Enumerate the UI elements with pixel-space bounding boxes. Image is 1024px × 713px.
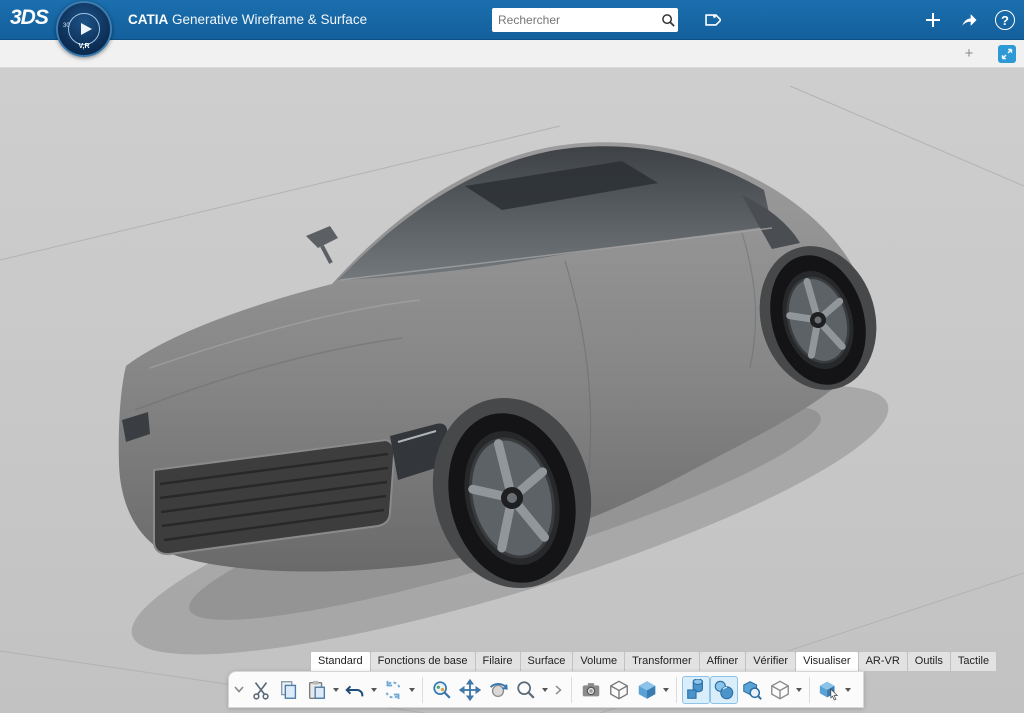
3d-viewport[interactable]: Standard Fonctions de base Filaire Surfa… (0, 68, 1024, 713)
iso-view-button[interactable] (605, 676, 633, 704)
search-box (492, 8, 678, 32)
share-button[interactable] (956, 7, 982, 33)
copy-button[interactable] (275, 676, 303, 704)
chevron-right-icon (555, 685, 562, 695)
manipulate-dropdown[interactable] (843, 680, 853, 700)
camera-button[interactable] (577, 676, 605, 704)
custom-render-cube-icon (769, 679, 791, 701)
car-model-scene (0, 68, 1024, 713)
pan-icon (459, 679, 481, 701)
restore-window-button[interactable] (998, 45, 1016, 63)
car-model (119, 142, 893, 605)
tab-affiner[interactable]: Affiner (700, 651, 747, 672)
help-icon: ? (995, 10, 1015, 30)
toolbar-separator (571, 677, 572, 703)
add-tab-button[interactable]: + (960, 45, 978, 63)
magnifier-icon (515, 679, 537, 701)
help-button[interactable]: ? (992, 7, 1018, 33)
render-shaded-edges-button[interactable] (682, 676, 710, 704)
tab-standard[interactable]: Standard (310, 651, 371, 672)
tab-volume[interactable]: Volume (573, 651, 625, 672)
tab-visualiser[interactable]: Visualiser (796, 651, 859, 672)
tab-surface[interactable]: Surface (521, 651, 574, 672)
materials-icon (713, 679, 735, 701)
app-name: CATIA (128, 12, 168, 27)
render-materials-button[interactable] (710, 676, 738, 704)
view-cube-icon (636, 679, 658, 701)
zoom-dropdown[interactable] (540, 680, 550, 700)
paste-icon (306, 679, 328, 701)
tab-fonctions-de-base[interactable]: Fonctions de base (371, 651, 476, 672)
toolbar-separator (676, 677, 677, 703)
update-dropdown[interactable] (407, 680, 417, 700)
app-title: CATIA Generative Wireframe & Surface (128, 0, 367, 40)
render-magnifier-button[interactable] (738, 676, 766, 704)
zoom-button[interactable] (512, 676, 540, 704)
pan-button[interactable] (456, 676, 484, 704)
tag-icon (701, 10, 721, 30)
top-bar: 3DS 30 V,R CATIA Generative Wireframe & … (0, 0, 1024, 40)
tab-transformer[interactable]: Transformer (625, 651, 700, 672)
undo-icon (344, 679, 366, 701)
render-magnifier-icon (741, 679, 763, 701)
search-icon[interactable] (659, 13, 678, 28)
zoom-fit-button[interactable] (428, 676, 456, 704)
app-subtitle: Generative Wireframe & Surface (168, 12, 367, 27)
shaded-edges-icon (685, 679, 707, 701)
render-custom-button[interactable] (766, 676, 794, 704)
toolbar-separator (809, 677, 810, 703)
tab-verifier[interactable]: Vérifier (746, 651, 796, 672)
manipulate-button[interactable] (815, 676, 843, 704)
rotate-button[interactable] (484, 676, 512, 704)
compass-tick: 30 (63, 23, 70, 29)
add-button[interactable] (920, 7, 946, 33)
iso-cube-icon (608, 679, 630, 701)
view-cube-button[interactable] (633, 676, 661, 704)
share-icon (959, 10, 979, 30)
render-custom-dropdown[interactable] (794, 680, 804, 700)
paste-button[interactable] (303, 676, 331, 704)
secondary-bar: + (0, 40, 1024, 68)
restore-icon (1001, 48, 1013, 60)
zoom-fit-icon (431, 679, 453, 701)
undo-button[interactable] (341, 676, 369, 704)
tab-outils[interactable]: Outils (908, 651, 951, 672)
camera-icon (580, 679, 602, 701)
tab-tactile[interactable]: Tactile (951, 651, 997, 672)
update-icon (382, 679, 404, 701)
action-bar-tabs: Standard Fonctions de base Filaire Surfa… (310, 651, 997, 672)
brand-logo: 3DS (10, 6, 48, 30)
tab-ar-vr[interactable]: AR-VR (859, 651, 908, 672)
copy-icon (278, 679, 300, 701)
manipulate-cube-cursor-icon (818, 679, 840, 701)
action-toolbar (228, 671, 864, 708)
update-button[interactable] (379, 676, 407, 704)
chevron-down-icon (234, 686, 244, 693)
paste-dropdown[interactable] (331, 680, 341, 700)
scissors-icon (250, 679, 272, 701)
toolbar-collapse-button[interactable] (231, 676, 247, 704)
tab-filaire[interactable]: Filaire (476, 651, 521, 672)
car-mirror (306, 226, 338, 248)
compass-play-icon (81, 23, 92, 35)
search-input[interactable] (492, 13, 659, 27)
view-compass[interactable]: 30 V,R (56, 1, 112, 57)
plus-icon (924, 11, 942, 29)
toolbar-separator (422, 677, 423, 703)
undo-dropdown[interactable] (369, 680, 379, 700)
cut-button[interactable] (247, 676, 275, 704)
compass-axis-label: V,R (58, 43, 110, 50)
view-cube-dropdown[interactable] (661, 680, 671, 700)
tag-button[interactable] (698, 7, 724, 33)
rotate-icon (487, 679, 509, 701)
more-tools-button[interactable] (550, 676, 566, 704)
